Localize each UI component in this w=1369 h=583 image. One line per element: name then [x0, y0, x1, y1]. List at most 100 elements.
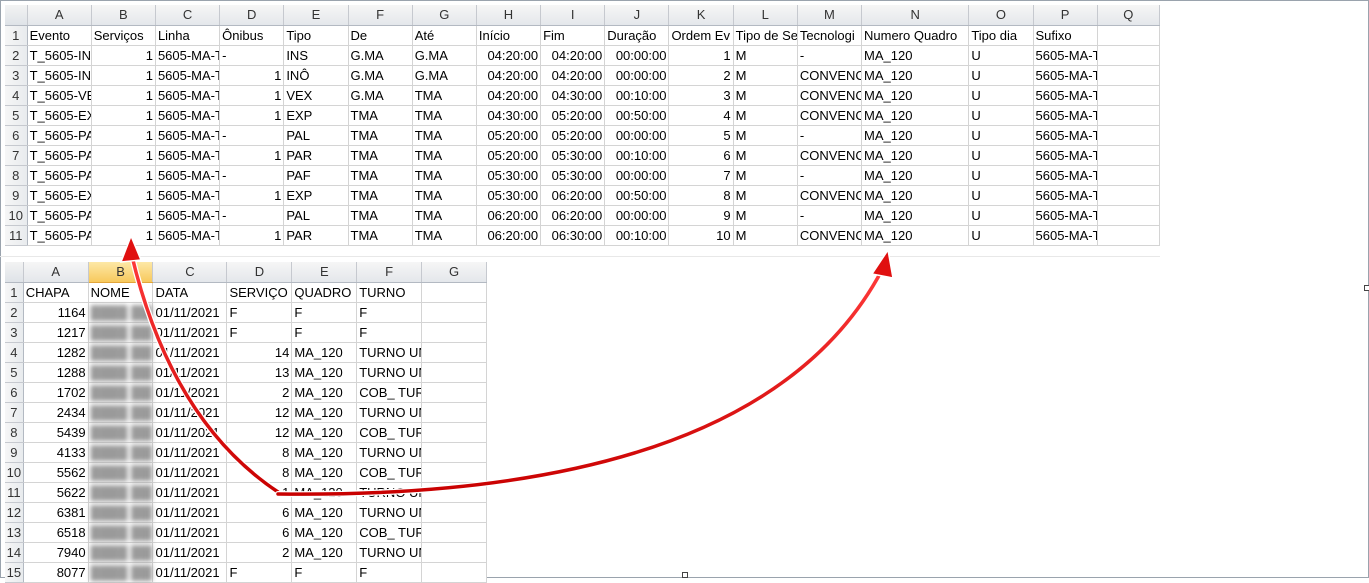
cell-g12[interactable]	[421, 502, 487, 523]
cell-d13[interactable]: 6	[226, 522, 293, 543]
cell-p4[interactable]: 5605-MA-T_5605	[1033, 85, 1098, 106]
cell-l1[interactable]: Tipo de Se	[733, 25, 798, 46]
cell-name-redacted[interactable]: ████ ███	[88, 482, 154, 503]
cell-h1[interactable]: Início	[476, 25, 542, 46]
cell-c3[interactable]: 01/11/2021	[152, 322, 228, 343]
row-header[interactable]: 6	[5, 125, 28, 146]
cell-q9[interactable]	[1097, 185, 1161, 206]
cell-e5[interactable]: MA_120	[291, 362, 358, 383]
select-all-corner[interactable]	[5, 5, 28, 26]
cell-j1[interactable]: Duração	[604, 25, 670, 46]
column-header-d[interactable]: D	[226, 262, 293, 283]
cell-a6[interactable]: 1702	[23, 382, 89, 403]
cell-a13[interactable]: 6518	[23, 522, 89, 543]
row-header[interactable]: 7	[5, 402, 24, 423]
cell-p1[interactable]: Sufixo	[1033, 25, 1098, 46]
cell-f10[interactable]: TMA	[348, 205, 413, 226]
cell-d8[interactable]: -	[219, 165, 285, 186]
cell-q8[interactable]	[1097, 165, 1161, 186]
cell-k5[interactable]: 4	[668, 105, 734, 126]
cell-k10[interactable]: 9	[668, 205, 734, 226]
cell-i10[interactable]: 06:20:00	[540, 205, 606, 226]
cell-g11[interactable]: TMA	[412, 225, 477, 246]
column-header-n[interactable]: N	[861, 5, 970, 26]
cell-p3[interactable]: 5605-MA-T_5605	[1033, 65, 1098, 86]
cell-e9[interactable]: EXP	[283, 185, 349, 206]
cell-l9[interactable]: M	[733, 185, 798, 206]
cell-f11[interactable]: TURNO UNICO	[356, 482, 423, 503]
column-header-i[interactable]: I	[540, 5, 606, 26]
cell-f9[interactable]: TMA	[348, 185, 413, 206]
cell-k11[interactable]: 10	[668, 225, 734, 246]
column-header-m[interactable]: M	[797, 5, 863, 26]
cell-q3[interactable]	[1097, 65, 1161, 86]
cell-m11[interactable]: CONVENC	[797, 225, 863, 246]
row-header[interactable]: 14	[5, 542, 24, 563]
cell-c8[interactable]: 5605-MA-T	[155, 165, 221, 186]
cell-e6[interactable]: MA_120	[291, 382, 358, 403]
cell-k4[interactable]: 3	[668, 85, 734, 106]
cell-n3[interactable]: MA_120	[861, 65, 970, 86]
cell-d6[interactable]: -	[219, 125, 285, 146]
cell-f7[interactable]: TMA	[348, 145, 413, 166]
cell-c4[interactable]: 01/11/2021	[152, 342, 228, 363]
cell-g7[interactable]: TMA	[412, 145, 477, 166]
column-header-g[interactable]: G	[421, 262, 487, 283]
cell-d10[interactable]: -	[219, 205, 285, 226]
cell-o5[interactable]: U	[968, 105, 1034, 126]
cell-j3[interactable]: 00:00:00	[604, 65, 670, 86]
cell-q1[interactable]	[1097, 25, 1161, 46]
cell-f2[interactable]: G.MA	[348, 45, 413, 66]
cell-b6[interactable]: 1	[91, 125, 156, 146]
cell-n5[interactable]: MA_120	[861, 105, 970, 126]
cell-f5[interactable]: TURNO UNICO	[356, 362, 423, 383]
cell-h7[interactable]: 05:20:00	[476, 145, 542, 166]
cell-f14[interactable]: TURNO UNICO	[356, 542, 423, 563]
cell-j5[interactable]: 00:50:00	[604, 105, 670, 126]
cell-b9[interactable]: 1	[91, 185, 156, 206]
cell-g10[interactable]	[421, 462, 487, 483]
cell-g5[interactable]	[421, 362, 487, 383]
cell-n8[interactable]: MA_120	[861, 165, 970, 186]
cell-name-redacted[interactable]: ████ ███	[88, 522, 154, 543]
cell-d1[interactable]: SERVIÇO	[226, 282, 293, 303]
cell-f6[interactable]: TMA	[348, 125, 413, 146]
cell-f6[interactable]: COB_ TURNO UNICO	[356, 382, 423, 403]
cell-p6[interactable]: 5605-MA-T_5605	[1033, 125, 1098, 146]
cell-l11[interactable]: M	[733, 225, 798, 246]
cell-a5[interactable]: T_5605-EX	[27, 105, 92, 126]
cell-e14[interactable]: MA_120	[291, 542, 358, 563]
cell-j11[interactable]: 00:10:00	[604, 225, 670, 246]
cell-k2[interactable]: 1	[668, 45, 734, 66]
cell-e3[interactable]: F	[291, 322, 358, 343]
cell-a12[interactable]: 6381	[23, 502, 89, 523]
cell-q5[interactable]	[1097, 105, 1161, 126]
cell-g8[interactable]	[421, 422, 487, 443]
cell-m1[interactable]: Tecnologi	[797, 25, 863, 46]
cell-c6[interactable]: 5605-MA-T	[155, 125, 221, 146]
cell-p7[interactable]: 5605-MA-T_5605	[1033, 145, 1098, 166]
cell-c4[interactable]: 5605-MA-T	[155, 85, 221, 106]
cell-d4[interactable]: 14	[226, 342, 293, 363]
cell-f13[interactable]: COB_ TURNO UNICO	[356, 522, 423, 543]
cell-b11[interactable]: 1	[91, 225, 156, 246]
cell-o1[interactable]: Tipo dia	[968, 25, 1034, 46]
cell-d7[interactable]: 1	[219, 145, 285, 166]
cell-p2[interactable]: 5605-MA-T_5605	[1033, 45, 1098, 66]
cell-j7[interactable]: 00:10:00	[604, 145, 670, 166]
cell-b3[interactable]: 1	[91, 65, 156, 86]
cell-q4[interactable]	[1097, 85, 1161, 106]
cell-f4[interactable]: G.MA	[348, 85, 413, 106]
cell-f11[interactable]: TMA	[348, 225, 413, 246]
cell-d7[interactable]: 12	[226, 402, 293, 423]
row-header[interactable]: 5	[5, 362, 24, 383]
cell-o7[interactable]: U	[968, 145, 1034, 166]
cell-o10[interactable]: U	[968, 205, 1034, 226]
cell-a7[interactable]: 2434	[23, 402, 89, 423]
cell-g1[interactable]	[421, 282, 487, 303]
column-header-a[interactable]: A	[27, 5, 92, 26]
cell-b2[interactable]: 1	[91, 45, 156, 66]
cell-q6[interactable]	[1097, 125, 1161, 146]
row-header[interactable]: 15	[5, 562, 24, 583]
cell-g4[interactable]: TMA	[412, 85, 477, 106]
